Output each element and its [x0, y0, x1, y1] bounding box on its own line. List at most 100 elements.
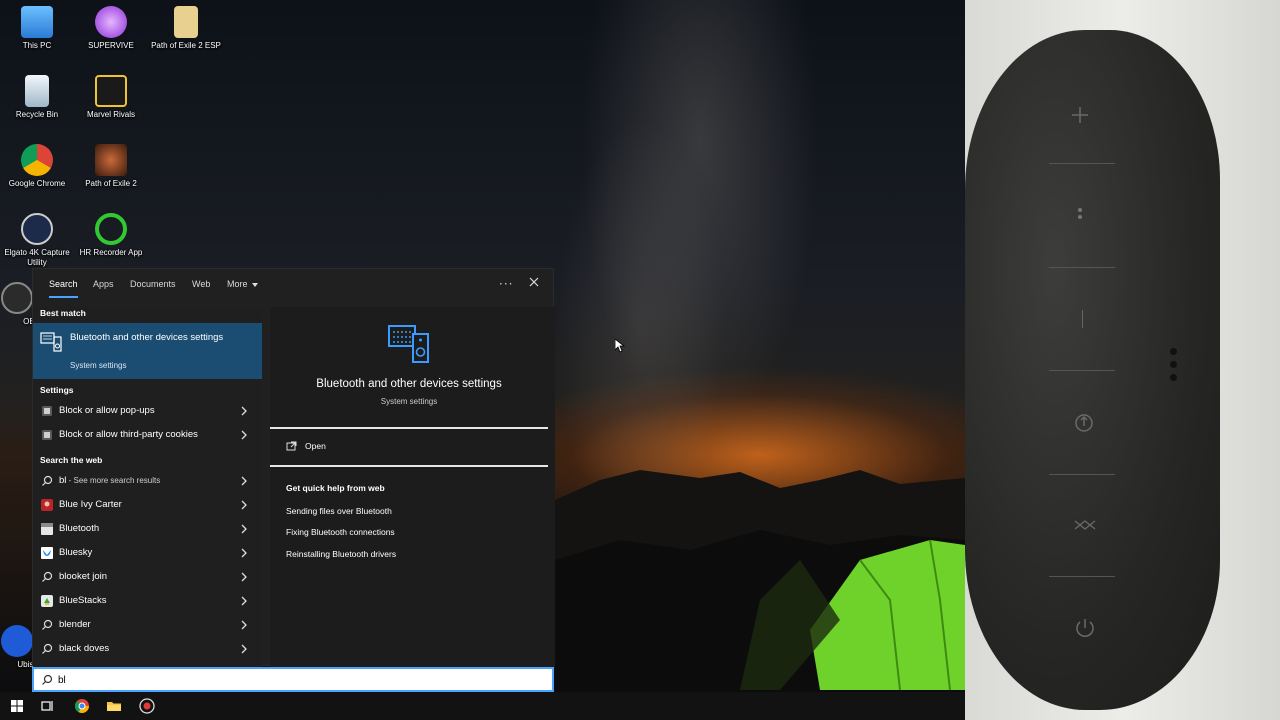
- computer-icon: [21, 6, 53, 38]
- help-link[interactable]: Sending files over Bluetooth: [286, 506, 392, 516]
- desktop-icon-hr-recorder[interactable]: HR Recorder App: [74, 213, 148, 258]
- search-web-heading: Search the web: [40, 455, 103, 465]
- result-block-cookies[interactable]: Block or allow third-party cookies: [33, 424, 262, 446]
- settings-icon: [42, 430, 52, 440]
- settings-heading: Settings: [40, 385, 74, 395]
- desktop-icon-poe2-esp[interactable]: Path of Exile 2 ESP: [149, 6, 223, 51]
- chevron-right-icon[interactable]: [240, 430, 248, 440]
- chevron-right-icon[interactable]: [240, 500, 248, 510]
- close-icon[interactable]: [527, 275, 541, 289]
- result-label: Block or allow pop-ups: [59, 405, 155, 416]
- file-explorer-icon[interactable]: [106, 698, 122, 714]
- desktop-icon-elgato[interactable]: Elgato 4K Capture Utility: [0, 213, 74, 268]
- detail-subtitle: System settings: [380, 397, 438, 406]
- mouse-cursor: [615, 339, 625, 353]
- web-result-icon: [41, 523, 53, 535]
- chevron-right-icon[interactable]: [240, 596, 248, 606]
- quick-help-heading: Get quick help from web: [286, 483, 385, 493]
- desktop-icon-google-chrome[interactable]: Google Chrome: [0, 144, 74, 189]
- recycle-bin-icon: [25, 75, 49, 107]
- open-button[interactable]: Open: [270, 429, 548, 463]
- result-label: blender: [59, 619, 91, 630]
- help-link[interactable]: Fixing Bluetooth connections: [286, 527, 395, 537]
- ubisoft-icon: [1, 625, 33, 657]
- chevron-right-icon[interactable]: [240, 548, 248, 558]
- taskbar: [0, 692, 965, 720]
- bluetooth-devices-icon: [40, 332, 62, 352]
- web-result-blue-ivy[interactable]: Blue Ivy Carter: [33, 494, 262, 516]
- chevron-right-icon[interactable]: [240, 524, 248, 534]
- poe2-icon: [95, 144, 127, 176]
- web-result-bluetooth[interactable]: Bluetooth: [33, 518, 262, 540]
- chevron-right-icon[interactable]: [240, 406, 248, 416]
- web-result-blooket-join[interactable]: blooket join: [33, 566, 262, 588]
- tab-more[interactable]: More: [227, 279, 258, 289]
- marvel-rivals-icon: [95, 75, 127, 107]
- result-label: black doves: [59, 643, 110, 654]
- chevron-right-icon[interactable]: [240, 644, 248, 654]
- desktop-icon-label: HR Recorder App: [79, 248, 143, 257]
- chevron-right-icon[interactable]: [240, 572, 248, 582]
- web-result-see-more[interactable]: bl - See more search results: [33, 470, 262, 492]
- result-label: blooket join: [59, 571, 108, 582]
- web-result-bluestacks[interactable]: BlueStacks: [33, 590, 262, 612]
- tab-more-label: More: [227, 279, 248, 289]
- elgato-icon: [21, 213, 53, 245]
- desktop-icon-label: Google Chrome: [8, 179, 66, 188]
- search-tabs: Search Apps Documents Web More ···: [33, 269, 553, 301]
- bluetooth-devices-icon: [388, 325, 429, 363]
- chrome-icon: [21, 144, 53, 176]
- web-result-blender[interactable]: blender: [33, 614, 262, 636]
- best-match-heading: Best match: [40, 308, 86, 318]
- power-button-icon: [1076, 619, 1094, 637]
- result-detail-pane: Bluetooth and other devices settings Sys…: [270, 307, 555, 667]
- search-input[interactable]: [58, 672, 538, 688]
- tab-web[interactable]: Web: [192, 279, 210, 289]
- result-label: BlueStacks: [59, 595, 107, 606]
- best-match-subtitle: System settings: [70, 361, 127, 370]
- obs-icon: [1, 282, 33, 314]
- task-view-icon[interactable]: [40, 698, 56, 714]
- result-label: Blue Ivy Carter: [59, 499, 122, 510]
- ellipsis-icon[interactable]: ···: [499, 277, 513, 291]
- desktop-icon-poe2[interactable]: Path of Exile 2: [74, 144, 148, 189]
- desktop-icon-marvel-rivals[interactable]: Marvel Rivals: [74, 75, 148, 120]
- search-icon: [42, 475, 53, 486]
- camera-feed: [965, 0, 1280, 720]
- web-result-black-doves[interactable]: black doves: [33, 638, 262, 660]
- desktop-icon-this-pc[interactable]: This PC: [0, 6, 74, 51]
- help-link[interactable]: Reinstalling Bluetooth drivers: [286, 549, 396, 559]
- tab-apps[interactable]: Apps: [93, 279, 114, 289]
- tab-search[interactable]: Search: [49, 279, 78, 298]
- best-match-result[interactable]: Bluetooth and other devices settings Sys…: [33, 323, 262, 379]
- led-indicator: [1170, 348, 1178, 388]
- supervive-icon: [95, 6, 127, 38]
- desktop-icon-label: Recycle Bin: [15, 110, 59, 119]
- result-label: bl - See more search results: [59, 475, 160, 486]
- result-label: Bluetooth: [59, 523, 100, 534]
- desktop-icon-supervive[interactable]: SUPERVIVE: [74, 6, 148, 51]
- desktop-icon-label: Path of Exile 2 ESP: [151, 41, 221, 50]
- result-block-popups[interactable]: Block or allow pop-ups: [33, 400, 262, 422]
- desktop-icon-recycle-bin[interactable]: Recycle Bin: [0, 75, 74, 120]
- search-icon: [42, 571, 53, 582]
- web-result-icon: [41, 499, 53, 511]
- start-search-panel: Search Apps Documents Web More ··· Best …: [32, 268, 555, 667]
- pause-line-icon: [1082, 310, 1083, 328]
- chevron-right-icon[interactable]: [240, 620, 248, 630]
- search-icon: [42, 619, 53, 630]
- chevron-down-icon: [251, 282, 258, 287]
- start-icon[interactable]: [9, 698, 25, 714]
- search-box[interactable]: [32, 667, 554, 692]
- desktop-icon-label: Path of Exile 2: [85, 179, 137, 188]
- bluestacks-icon: [41, 595, 53, 607]
- plus-icon: [1072, 107, 1088, 123]
- tab-documents[interactable]: Documents: [130, 279, 176, 289]
- chevron-right-icon[interactable]: [240, 476, 248, 486]
- recorder-icon[interactable]: [139, 698, 155, 714]
- chrome-icon[interactable]: [74, 698, 90, 714]
- web-result-bluesky[interactable]: Bluesky: [33, 542, 262, 564]
- desktop-icon-label: Marvel Rivals: [86, 110, 135, 119]
- settings-icon: [42, 406, 52, 416]
- see-more-text: - See more search results: [66, 476, 161, 485]
